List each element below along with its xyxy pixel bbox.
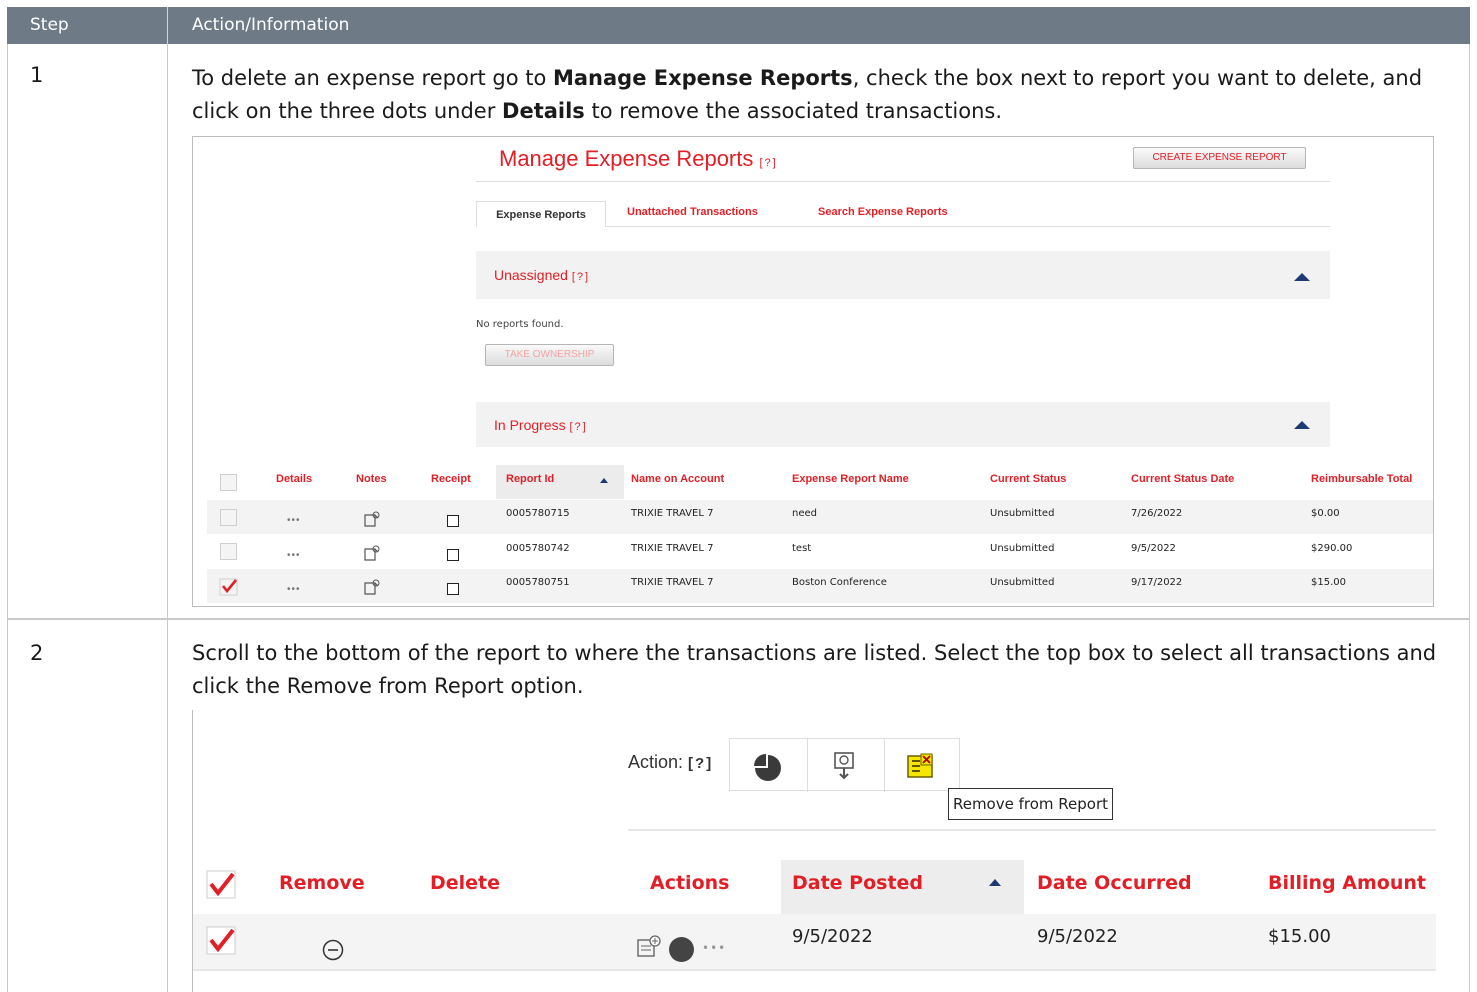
action-column-header: Action/Information — [192, 15, 350, 35]
in-progress-label: In Progress [?] — [494, 417, 588, 433]
table-header: Step Action/Information — [7, 7, 1470, 44]
notes-icon[interactable] — [636, 934, 662, 960]
details-dots-icon[interactable]: ••• — [287, 550, 301, 561]
in-progress-section-header[interactable]: In Progress [?] — [476, 402, 1330, 447]
receipt-checkbox[interactable] — [447, 583, 459, 595]
tab-unattached-transactions[interactable]: Unattached Transactions — [627, 206, 758, 218]
col-date-posted[interactable]: Date Posted — [792, 872, 923, 894]
toolbar-divider — [884, 739, 885, 792]
collapse-arrow-icon[interactable] — [1294, 273, 1310, 281]
col-delete: Delete — [430, 872, 501, 894]
collapse-arrow-icon[interactable] — [1294, 421, 1310, 429]
unassigned-section-header[interactable]: Unassigned [?] — [476, 251, 1330, 299]
action-toolbar — [729, 738, 960, 792]
col-reimbursable-total[interactable]: Reimbursable Total — [1311, 473, 1412, 485]
report-id[interactable]: 0005780742 — [506, 543, 570, 554]
pie-chart-icon[interactable] — [753, 753, 783, 783]
notes-icon[interactable] — [363, 511, 381, 529]
report-name: need — [792, 508, 817, 519]
title-underline — [476, 181, 1330, 182]
transactions-screenshot: Action: [?] Remove from Report Remove De… — [192, 710, 1442, 992]
unassigned-label: Unassigned [?] — [494, 267, 591, 283]
col-expense-report-name[interactable]: Expense Report Name — [792, 473, 909, 485]
status-date: 9/17/2022 — [1131, 577, 1183, 588]
tab-baseline — [606, 226, 1330, 227]
date-posted: 9/5/2022 — [792, 926, 873, 947]
tab-search-expense-reports[interactable]: Search Expense Reports — [818, 206, 948, 218]
status: Unsubmitted — [990, 577, 1055, 588]
select-all-checked-icon[interactable] — [206, 870, 238, 900]
col-current-status[interactable]: Current Status — [990, 473, 1066, 485]
date-occurred: 9/5/2022 — [1037, 926, 1118, 947]
status: Unsubmitted — [990, 508, 1055, 519]
report-name: test — [792, 543, 812, 554]
take-ownership-button[interactable]: TAKE OWNERSHIP — [485, 344, 614, 366]
step-number-1: 1 — [30, 63, 44, 87]
col-details: Details — [276, 473, 313, 485]
row-border — [193, 969, 1436, 971]
create-expense-report-button[interactable]: CREATE EXPENSE REPORT — [1133, 147, 1306, 169]
row-checkbox[interactable] — [220, 543, 237, 560]
name-on-account: TRIXIE TRAVEL 7 — [631, 508, 714, 519]
col-notes: Notes — [356, 473, 387, 485]
toolbar-divider — [807, 739, 808, 792]
select-all-checkbox[interactable] — [220, 474, 237, 491]
reimbursable-total: $0.00 — [1311, 508, 1340, 519]
col-report-id[interactable]: Report Id — [506, 473, 554, 485]
reimbursable-total: $15.00 — [1311, 577, 1346, 588]
report-name: Boston Conference — [792, 577, 887, 588]
table-row — [207, 500, 1433, 534]
billing-amount: $15.00 — [1268, 926, 1331, 947]
step-column-header: Step — [30, 15, 69, 35]
page-title: Manage Expense Reports [?] — [499, 146, 778, 171]
name-on-account: TRIXIE TRAVEL 7 — [631, 577, 714, 588]
table-right-border — [1469, 44, 1470, 992]
row-divider — [7, 618, 1470, 620]
notes-icon[interactable] — [363, 579, 381, 597]
col-receipt: Receipt — [431, 473, 471, 485]
status-date: 7/26/2022 — [1131, 508, 1183, 519]
sort-ascending-icon — [989, 879, 1001, 886]
step-number-2: 2 — [30, 641, 44, 665]
receipt-checkbox[interactable] — [447, 549, 459, 561]
step-2-instruction: Scroll to the bottom of the report to wh… — [192, 641, 1437, 698]
table-left-border — [7, 44, 8, 992]
attach-receipt-icon[interactable] — [832, 751, 858, 781]
col-remove: Remove — [279, 872, 365, 894]
details-dots-icon[interactable]: ••• — [702, 941, 726, 955]
details-dots-icon[interactable]: ••• — [287, 515, 301, 526]
checked-checkbox-icon[interactable] — [219, 578, 239, 596]
remove-minus-icon[interactable] — [322, 939, 344, 961]
action-label: Action: [?] — [628, 752, 714, 772]
tab-expense-reports[interactable]: Expense Reports — [476, 201, 606, 227]
col-actions: Actions — [650, 872, 730, 894]
receipt-status-icon[interactable] — [669, 937, 694, 962]
col-billing-amount[interactable]: Billing Amount — [1268, 872, 1426, 894]
remove-from-report-icon[interactable] — [906, 752, 936, 780]
report-id[interactable]: 0005780751 — [506, 577, 570, 588]
row-checkbox[interactable] — [220, 509, 237, 526]
col-current-status-date[interactable]: Current Status Date — [1131, 473, 1234, 485]
notes-icon[interactable] — [363, 545, 381, 563]
column-divider — [167, 44, 168, 992]
no-reports-text: No reports found. — [476, 319, 564, 330]
remove-from-report-tooltip: Remove from Report — [948, 788, 1113, 820]
step-1-instruction: To delete an expense report go to Manage… — [192, 66, 1423, 123]
details-dots-icon[interactable]: ••• — [287, 584, 301, 595]
receipt-checkbox[interactable] — [447, 515, 459, 527]
manage-expense-reports-screenshot: Manage Expense Reports [?] CREATE EXPENS… — [192, 136, 1434, 607]
status-date: 9/5/2022 — [1131, 543, 1176, 554]
toolbar-underline — [628, 829, 1436, 831]
status: Unsubmitted — [990, 543, 1055, 554]
header-divider — [167, 7, 168, 44]
sort-ascending-icon — [600, 478, 608, 483]
report-id[interactable]: 0005780715 — [506, 508, 570, 519]
reimbursable-total: $290.00 — [1311, 543, 1353, 554]
row-checked-icon[interactable] — [206, 926, 238, 956]
col-name-on-account[interactable]: Name on Account — [631, 473, 724, 485]
name-on-account: TRIXIE TRAVEL 7 — [631, 543, 714, 554]
col-date-occurred[interactable]: Date Occurred — [1037, 872, 1192, 894]
